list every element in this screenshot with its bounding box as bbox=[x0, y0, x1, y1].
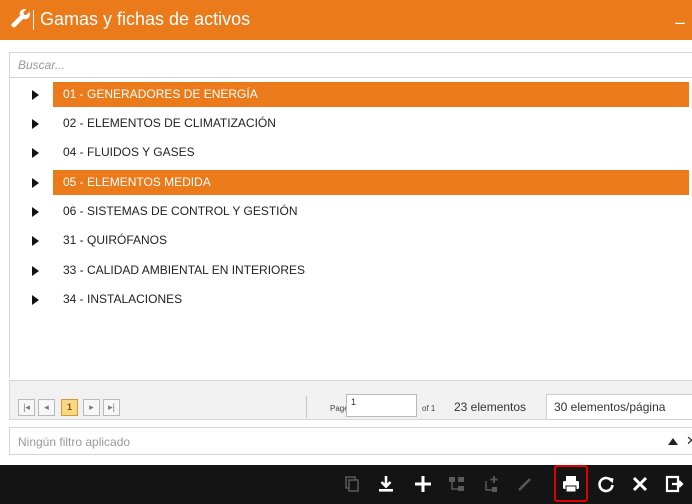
first-page-button[interactable]: |◂ bbox=[18, 399, 35, 416]
wrench-icon bbox=[10, 8, 32, 30]
pager-divider bbox=[306, 396, 307, 418]
tree-panel: 01 - GENERADORES DE ENERGÍA 02 - ELEMENT… bbox=[9, 78, 692, 378]
close-icon[interactable] bbox=[629, 473, 651, 495]
tree-item-02[interactable]: 02 - ELEMENTOS DE CLIMATIZACIÓN bbox=[20, 111, 690, 136]
tree-item-label[interactable]: 04 - FLUIDOS Y GASES bbox=[53, 140, 195, 165]
expand-arrow-icon[interactable] bbox=[32, 119, 39, 129]
tree-item-label[interactable]: 02 - ELEMENTOS DE CLIMATIZACIÓN bbox=[53, 111, 276, 136]
tree-item-label[interactable]: 31 - QUIRÓFANOS bbox=[53, 228, 167, 253]
refresh-icon[interactable] bbox=[595, 473, 617, 495]
window-title: Gamas y fichas de activos bbox=[40, 9, 251, 29]
last-page-button[interactable]: ▸| bbox=[103, 399, 120, 416]
header-separator bbox=[33, 10, 34, 30]
next-page-button[interactable]: ▸ bbox=[83, 399, 100, 416]
copy-icon[interactable] bbox=[340, 473, 362, 495]
per-page-value: 30 elementos/página bbox=[554, 400, 666, 414]
collapse-up-icon[interactable] bbox=[668, 438, 678, 445]
expand-arrow-icon[interactable] bbox=[32, 148, 39, 158]
tree-item-01[interactable]: 01 - GENERADORES DE ENERGÍA bbox=[20, 82, 690, 107]
tree-item-label[interactable]: 05 - ELEMENTOS MEDIDA bbox=[53, 170, 689, 195]
expand-arrow-icon[interactable] bbox=[32, 178, 39, 188]
tree-item-31[interactable]: 31 - QUIRÓFANOS bbox=[20, 228, 690, 253]
pagination-bar: |◂ ◂ 1 ▸ ▸| Page 1 of 1 23 elementos 30 … bbox=[9, 380, 692, 420]
expand-arrow-icon[interactable] bbox=[32, 295, 39, 305]
tree-item-33[interactable]: 33 - CALIDAD AMBIENTAL EN INTERIORES bbox=[20, 258, 690, 283]
expand-arrow-icon[interactable] bbox=[32, 236, 39, 246]
expand-arrow-icon[interactable] bbox=[32, 90, 39, 100]
exit-icon[interactable] bbox=[663, 473, 685, 495]
tree-add-icon[interactable] bbox=[480, 473, 502, 495]
hierarchy-icon[interactable] bbox=[446, 473, 468, 495]
search-box bbox=[9, 52, 692, 78]
filter-status: Ningún filtro aplicado bbox=[18, 435, 131, 449]
add-icon[interactable] bbox=[412, 473, 434, 495]
minimize-button[interactable]: – bbox=[675, 12, 685, 33]
expand-arrow-icon[interactable] bbox=[32, 207, 39, 217]
tree-item-label[interactable]: 33 - CALIDAD AMBIENTAL EN INTERIORES bbox=[53, 258, 305, 283]
download-icon[interactable] bbox=[375, 473, 397, 495]
search-input[interactable] bbox=[10, 53, 692, 77]
tree-item-label[interactable]: 01 - GENERADORES DE ENERGÍA bbox=[53, 82, 689, 107]
action-toolbar bbox=[0, 465, 692, 504]
page-total-label: of 1 bbox=[422, 404, 436, 413]
page-number-input[interactable]: 1 bbox=[346, 394, 417, 417]
print-highlight-box bbox=[554, 465, 588, 502]
tree-item-06[interactable]: 06 - SISTEMAS DE CONTROL Y GESTIÓN bbox=[20, 199, 690, 224]
tree-item-label[interactable]: 34 - INSTALACIONES bbox=[53, 287, 182, 312]
edit-icon[interactable] bbox=[514, 473, 536, 495]
current-page-button[interactable]: 1 bbox=[61, 399, 78, 416]
app-window: Gamas y fichas de activos – 01 - GENERAD… bbox=[0, 0, 692, 504]
tree-item-04[interactable]: 04 - FLUIDOS Y GASES bbox=[20, 140, 690, 165]
window-header: Gamas y fichas de activos – bbox=[0, 0, 692, 40]
prev-page-button[interactable]: ◂ bbox=[38, 399, 55, 416]
expand-arrow-icon[interactable] bbox=[32, 266, 39, 276]
item-count: 23 elementos bbox=[454, 400, 527, 414]
tree-item-34[interactable]: 34 - INSTALACIONES bbox=[20, 287, 690, 312]
tree-item-label[interactable]: 06 - SISTEMAS DE CONTROL Y GESTIÓN bbox=[53, 199, 298, 224]
filter-bar: Ningún filtro aplicado ✕ bbox=[9, 427, 692, 455]
clear-filter-button[interactable]: ✕ bbox=[686, 433, 692, 449]
per-page-select[interactable]: 30 elementos/página ▾ bbox=[546, 394, 692, 420]
tree-item-05[interactable]: 05 - ELEMENTOS MEDIDA bbox=[20, 170, 690, 195]
